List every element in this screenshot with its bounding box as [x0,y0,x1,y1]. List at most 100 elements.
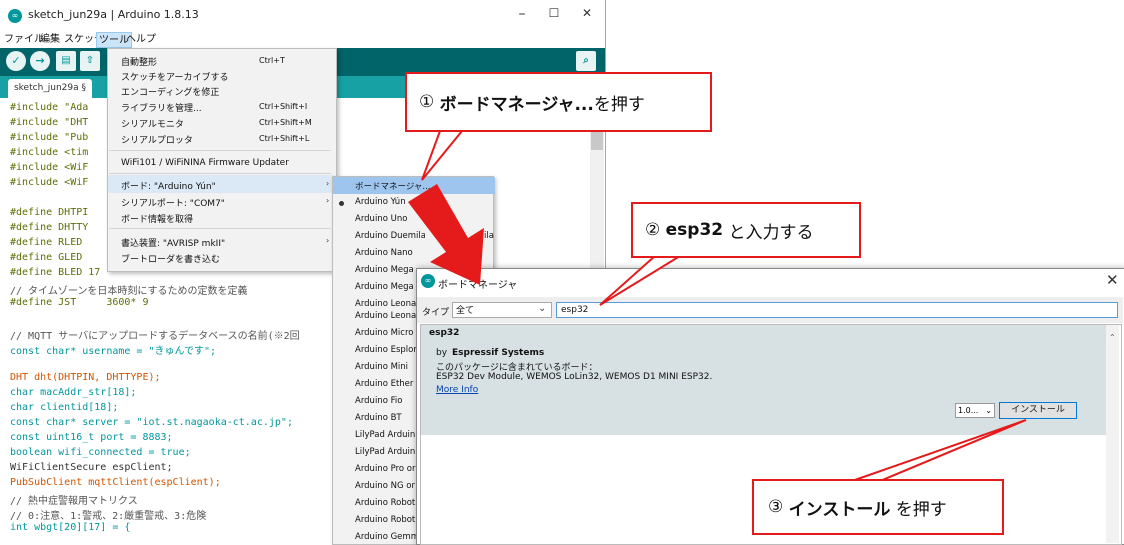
upload-button[interactable]: → [30,51,50,71]
type-dropdown[interactable]: 全て [452,302,552,318]
board-item[interactable]: Arduino Yún [355,197,425,207]
board-item[interactable]: Arduino Pro or [355,464,417,474]
submenu-arrow-icon: › [326,236,330,245]
editor-scrollbar-thumb[interactable] [591,130,603,150]
dialog-title: ボードマネージャ [438,280,518,291]
board-item[interactable]: Arduino Leona [355,311,425,321]
menu-separator [109,173,331,174]
code-line: // 熱中症警報用マトリクス [10,496,138,507]
code-line: #include "Pub [10,132,89,143]
code-line: #include <tim [10,147,89,158]
board-item[interactable]: Arduino Esplor [355,345,417,355]
board-item[interactable]: Arduino BT [355,413,417,423]
dialog-close-icon[interactable]: ✕ [1106,271,1119,289]
code-line: #define DHTPI [10,207,89,218]
board-item[interactable]: Arduino Ether [355,379,417,389]
tools-item-shortcut: Ctrl+Shift+L [259,134,310,143]
board-item-partial: ila [484,231,494,241]
type-label: タイプ [422,308,450,318]
version-value: 1.0... [958,406,979,415]
tools-item-fix-encoding[interactable]: エンコーディングを修正 [121,85,219,98]
board-item[interactable]: Arduino Micro [355,328,417,338]
board-item[interactable]: Arduino Robot [355,498,417,508]
callout-text: を押す [593,94,645,115]
board-item[interactable]: LilyPad Arduin [355,447,417,457]
minimize-button[interactable]: – [507,6,537,22]
code-line: char macAddr_str[18]; [10,387,137,398]
tools-item-manage-libraries[interactable]: ライブラリを管理... [121,101,202,114]
board-item[interactable]: Arduino Mega [355,282,425,292]
tools-item-autoformat[interactable]: 自動整形 [121,55,157,68]
code-line: #define DHTTY [10,222,89,233]
title-bar: ∞ sketch_jun29a | Arduino 1.8.13 – ☐ ✕ [0,0,605,32]
arduino-logo-icon: ∞ [8,9,22,23]
tools-item-board[interactable]: ボード: "Arduino Yún" [121,179,216,192]
close-button[interactable]: ✕ [572,6,602,20]
code-line: const char* server = "iot.st.nagaoka-ct.… [10,417,293,428]
new-button[interactable]: ▤ [56,51,76,71]
arduino-logo-icon: ∞ [421,274,435,288]
serial-monitor-search-icon[interactable]: ⌕ [576,51,596,71]
entry-name: esp32 [429,328,460,338]
submenu-arrow-icon: › [326,179,330,188]
menu-edit[interactable]: 編集 [38,32,62,48]
tools-item-shortcut: Ctrl+T [259,56,285,65]
callout-number: ② [645,220,661,240]
code-line: DHT dht(DHTPIN, DHTTYPE); [10,372,161,383]
board-item[interactable]: Arduino Fio [355,396,417,406]
board-item[interactable]: Arduino Robot [355,515,417,525]
tools-item-board-info[interactable]: ボード情報を取得 [121,212,193,225]
board-item[interactable]: Arduino Uno [355,214,425,224]
callout-number: ① [419,92,435,112]
code-line: #include <WiF [10,177,89,188]
list-scrollbar[interactable]: ⌃ [1106,325,1119,543]
open-button[interactable]: ⇧ [80,51,100,71]
code-line: const uint16_t port = 8883; [10,432,173,443]
callout-step-1: ① ボードマネージャ... を押す [405,72,712,132]
tab-sketch[interactable]: sketch_jun29a § [8,79,92,98]
tools-item-serial-monitor[interactable]: シリアルモニタ [121,117,184,130]
version-dropdown[interactable]: 1.0... ⌄ [955,403,995,418]
code-line: #define BLED 17 [10,267,101,278]
board-item[interactable]: Arduino Mega [355,265,425,275]
board-item[interactable]: LilyPad Arduin [355,430,417,440]
code-line: #include "DHT [10,117,89,128]
entry-desc-2: ESP32 Dev Module, WEMOS LoLin32, WEMOS D… [436,372,713,382]
menu-help[interactable]: ヘルプ [124,32,158,48]
chevron-down-icon[interactable]: ⌄ [538,303,546,314]
board-item[interactable]: Arduino Leona [355,299,425,309]
callout-number: ③ [768,497,784,517]
board-item[interactable]: Arduino Gemm [355,532,417,542]
tools-item-shortcut: Ctrl+Shift+M [259,118,312,127]
window-title: sketch_jun29a | Arduino 1.8.13 [28,8,199,21]
code-line: WiFiClientSecure espClient; [10,462,173,473]
tools-item-firmware-updater[interactable]: WiFi101 / WiFiNINA Firmware Updater [121,158,289,168]
tools-item-shortcut: Ctrl+Shift+I [259,102,308,111]
tools-item-serial-plotter[interactable]: シリアルプロッタ [121,133,193,146]
entry-author: Espressif Systems [452,348,545,358]
callout-step-2: ② esp32 と入力する [631,202,861,258]
verify-button[interactable]: ✓ [6,51,26,71]
menu-separator [109,150,331,151]
board-item[interactable]: Arduino Duemila [355,231,425,241]
chevron-down-icon: ⌄ [985,406,992,415]
code-line: PubSubClient mqttClient(espClient); [10,477,221,488]
callout-bold-text: esp32 [665,220,724,240]
board-item[interactable]: Arduino NG or [355,481,417,491]
board-item[interactable]: Arduino Nano [355,248,425,258]
more-info-link[interactable]: More Info [436,385,478,395]
tools-item-port[interactable]: シリアルポート: "COM7" [121,196,225,209]
maximize-button[interactable]: ☐ [539,6,569,20]
tools-item-archive[interactable]: スケッチをアーカイブする [121,70,228,83]
install-button[interactable]: インストール [999,402,1077,419]
board-item-boards-manager[interactable]: ボードマネージャ... [355,180,431,192]
board-item[interactable]: Arduino Mini [355,362,417,372]
tools-item-programmer[interactable]: 書込装置: "AVRISP mkII" [121,236,225,249]
search-input[interactable] [556,302,1118,318]
tools-item-burn-bootloader[interactable]: ブートローダを書き込む [121,252,220,265]
callout-text: を押す [895,499,947,520]
callout-text: と入力する [728,222,814,243]
scroll-up-icon[interactable]: ⌃ [1109,333,1116,342]
entry-by: by [436,348,448,358]
selected-dot-icon [339,201,344,206]
